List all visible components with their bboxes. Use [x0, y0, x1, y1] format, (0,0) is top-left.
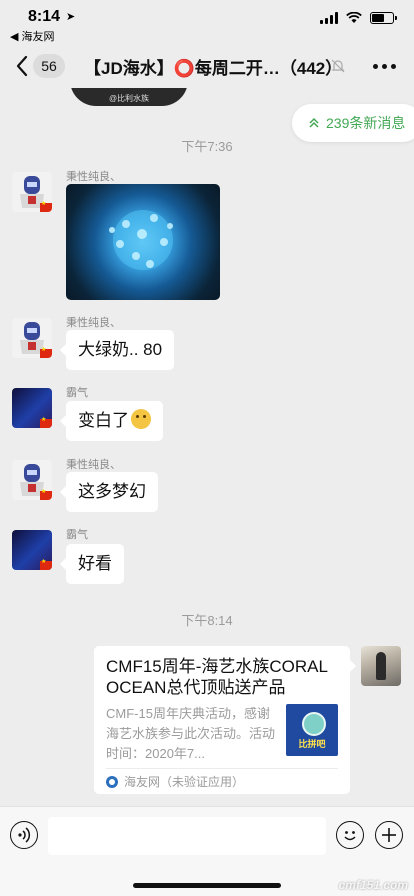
voice-icon — [18, 827, 31, 843]
double-chevron-up-icon — [309, 117, 319, 128]
smiley-icon — [344, 831, 356, 841]
coral-photo[interactable] — [66, 184, 220, 300]
home-indicator[interactable] — [133, 883, 281, 888]
more-actions-button[interactable] — [375, 821, 403, 849]
location-arrow-icon: ➤ — [66, 11, 76, 23]
source-label: 海友网（未验证应用） — [124, 775, 245, 789]
china-flag-icon — [40, 488, 52, 500]
status-time: 8:14 — [28, 8, 61, 25]
chat-header: 56 【JD海水】⭕每周二开…（442） — [0, 44, 414, 88]
image-caption: @比利水族 — [108, 94, 150, 103]
timestamp: 下午8:14 — [181, 613, 233, 628]
link-card-source: 海友网（未验证应用） — [106, 768, 338, 794]
sender-name: 秉性纯良、 — [66, 171, 121, 183]
plus-icon — [382, 828, 396, 842]
link-card-description: CMF-15周年庆典活动，感谢海艺水族参与此次活动。活动时间：2020年7... — [106, 706, 276, 761]
emoji-icon — [131, 409, 151, 429]
message-input[interactable] — [48, 817, 326, 855]
back-chevron-icon[interactable] — [10, 52, 34, 80]
unread-count-badge[interactable]: 56 — [33, 54, 65, 78]
wifi-icon — [346, 12, 362, 23]
message-text: 变白了 — [78, 411, 129, 430]
link-card[interactable]: CMF15周年-海艺水族CORAL OCEAN总代顶贴送产品 CMF-15周年庆… — [94, 646, 356, 794]
battery-icon — [370, 12, 397, 24]
china-flag-icon — [40, 200, 52, 212]
new-messages-button[interactable]: 239条新消息 — [292, 104, 414, 142]
china-flag-icon — [40, 416, 52, 428]
my-avatar[interactable] — [361, 646, 401, 686]
avatar[interactable] — [12, 318, 52, 358]
sender-name: 霸气 — [66, 529, 88, 541]
message-bubble[interactable]: 变白了 — [60, 401, 163, 441]
new-messages-label: 239条新消息 — [326, 115, 406, 131]
previous-image-message[interactable]: @比利水族 — [70, 88, 188, 106]
mute-bell-icon — [331, 59, 345, 73]
message-bubble[interactable]: 这多梦幻 — [60, 472, 158, 512]
chat-title: 【JD海水】⭕每周二开…（442） — [84, 59, 343, 78]
china-flag-icon — [40, 558, 52, 570]
sender-name: 霸气 — [66, 387, 88, 399]
message-bubble[interactable]: 大绿奶.. 80 — [59, 330, 175, 370]
message-bubble[interactable]: 好看 — [60, 544, 124, 584]
thumbnail-text: 比拼吧 — [298, 739, 326, 749]
status-indicators — [320, 12, 397, 24]
app-logo-icon — [106, 775, 118, 788]
avatar[interactable] — [12, 530, 52, 570]
link-card-title: CMF15周年-海艺水族CORAL OCEAN总代顶贴送产品 — [106, 657, 328, 697]
sender-name: 秉性纯良、 — [66, 317, 121, 329]
voice-input-button[interactable] — [10, 821, 38, 849]
avatar[interactable] — [12, 388, 52, 428]
avatar[interactable] — [12, 460, 52, 500]
back-to-app-link[interactable]: ◀ 海友网 — [10, 28, 55, 44]
battery-level — [372, 14, 384, 22]
message-list[interactable]: @比利水族 下午7:36 秉性纯良、 — [0, 88, 414, 806]
cellular-signal-icon — [320, 12, 338, 24]
watermark: cmf151.com — [338, 878, 408, 892]
status-bar: 8:14 ➤ ◀ 海友网 — [0, 0, 414, 44]
avatar[interactable] — [12, 172, 52, 212]
emoji-button[interactable] — [336, 821, 364, 849]
china-flag-icon — [40, 346, 52, 358]
coral-polyp-image — [109, 210, 173, 270]
more-options-button[interactable] — [373, 64, 396, 69]
link-card-thumbnail: 比拼吧 — [286, 704, 338, 756]
sender-name: 秉性纯良、 — [66, 459, 121, 471]
